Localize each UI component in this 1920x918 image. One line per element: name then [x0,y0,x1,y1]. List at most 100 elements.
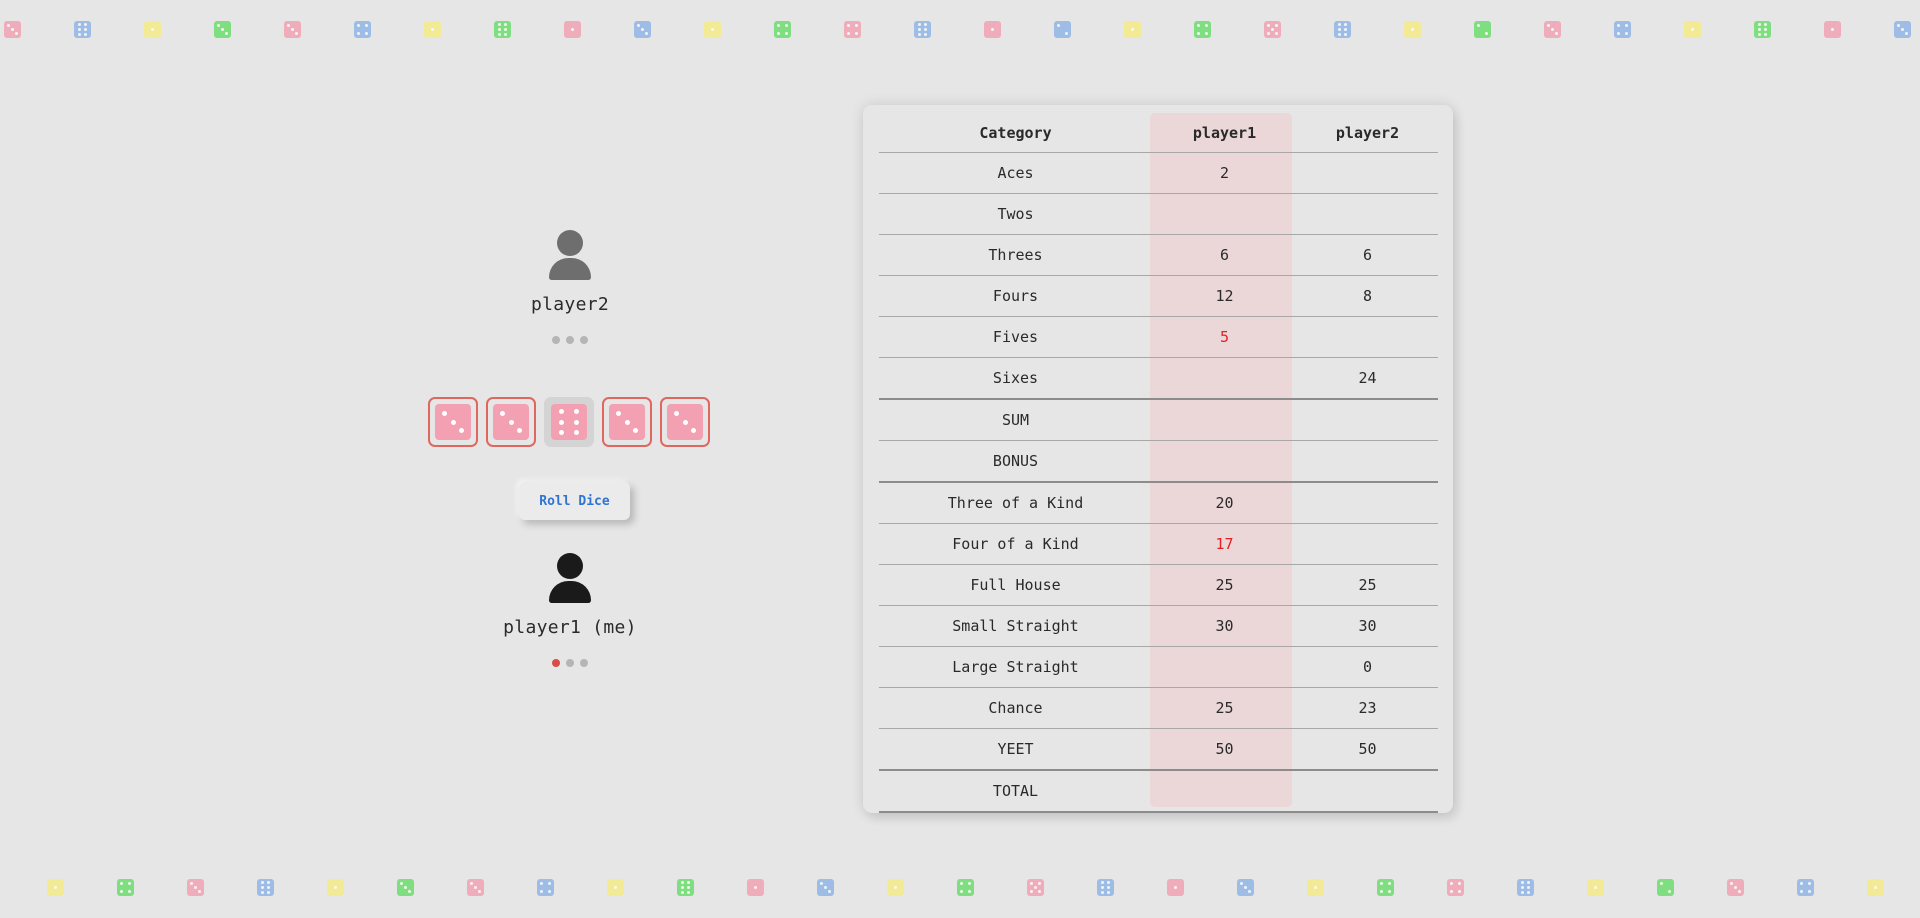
die-pip [1380,882,1384,886]
die-pip [854,24,858,28]
me-name: player1 (me) [503,617,637,638]
die-pip [1248,890,1252,894]
die-pip [216,23,220,27]
die-face-icon [551,404,587,440]
die-1[interactable] [428,397,478,447]
player2-score-cell [1297,482,1438,524]
die-pip [1197,24,1201,28]
score-category-label: Small Straight [879,605,1152,647]
die-pip [824,886,827,889]
die-face-icon [493,404,529,440]
player1-score-cell[interactable] [1152,193,1297,235]
die-pip [508,419,514,425]
decor-die-icon [844,21,861,38]
player2-score-cell: 30 [1297,605,1438,647]
die-pip [499,410,505,416]
die-pip [1038,890,1042,894]
die-pip [1800,882,1804,886]
die-pip [84,32,88,36]
die-pip [1337,28,1341,31]
die-5[interactable] [660,397,710,447]
die-pip [1107,881,1111,885]
decor-die-icon [774,21,791,38]
player1-score-cell[interactable] [1152,357,1297,400]
score-row: Chance 25 23 [879,687,1438,729]
player1-score-cell[interactable]: 5 [1152,316,1297,358]
die-pip [960,882,964,886]
die-pip [1874,886,1877,889]
roll-dot [580,659,588,667]
score-row: Full House 25 25 [879,564,1438,606]
player1-score-cell[interactable] [1152,770,1297,813]
die-pip [680,886,684,889]
player1-score-cell: 12 [1152,275,1297,317]
die-pip [1275,32,1279,36]
die-pip [357,31,361,35]
die-pip [1520,881,1524,885]
die-pip [497,23,501,27]
die-pip [1387,889,1391,893]
decor-dice-strip-bottom [0,879,1920,899]
die-pip [924,32,928,36]
decor-die-icon [704,21,721,38]
die-pip [504,32,508,36]
die-pip [1757,32,1761,36]
me-person-icon [545,553,595,605]
decor-die-icon [634,21,651,38]
die-pip [77,28,81,31]
die-2[interactable] [486,397,536,447]
player1-score-cell: 30 [1152,605,1297,647]
die-pip [1729,881,1733,885]
decor-die-icon [1027,879,1044,896]
die-pip [1337,32,1341,36]
die-pip [1344,28,1348,31]
die-pip [687,881,691,885]
die-pip [334,886,337,889]
score-row: SUM [879,399,1438,441]
die-pip [1204,24,1208,28]
die-pip [1624,31,1628,35]
die-pip [1896,23,1900,27]
score-row: TOTAL [879,770,1438,813]
die-pip [711,28,714,31]
opponent-person-icon [545,230,595,282]
decor-die-icon [984,21,1001,38]
die-pip [120,889,124,893]
decor-die-icon [1517,879,1534,896]
decor-die-icon [144,21,161,38]
die-pip [1244,886,1247,889]
die-pip [1555,32,1559,36]
die-pip [573,429,579,435]
decor-die-icon [1824,21,1841,38]
die-pip [1266,32,1270,36]
die-4[interactable] [602,397,652,447]
opponent-panel: player2 [470,230,670,348]
die-pip [1527,890,1531,894]
me-roll-indicator [470,652,670,671]
die-pip [691,428,697,434]
score-category-label: YEET [879,728,1152,771]
die-pip [547,889,551,893]
player1-score-cell[interactable] [1152,646,1297,688]
player2-score-cell: 23 [1297,687,1438,729]
decor-die-icon [1194,21,1211,38]
die-pip [847,24,851,28]
player1-score-cell[interactable] [1152,399,1297,441]
decor-die-icon [467,879,484,896]
player1-score-cell[interactable]: 17 [1152,523,1297,565]
die-pip [221,28,224,31]
die-pip [1029,890,1033,894]
player1-score-cell[interactable] [1152,440,1297,483]
score-category-label: Full House [879,564,1152,606]
die-pip [571,28,574,31]
player2-score-cell: 25 [1297,564,1438,606]
die-pip [267,881,271,885]
roll-dice-button[interactable]: Roll Dice [519,482,630,520]
decor-die-icon [1474,21,1491,38]
die-3[interactable] [544,397,594,447]
die-pip [784,31,788,35]
roll-dot [566,659,574,667]
die-pip [6,23,10,27]
decor-die-icon [1377,879,1394,896]
die-pip [559,419,565,425]
